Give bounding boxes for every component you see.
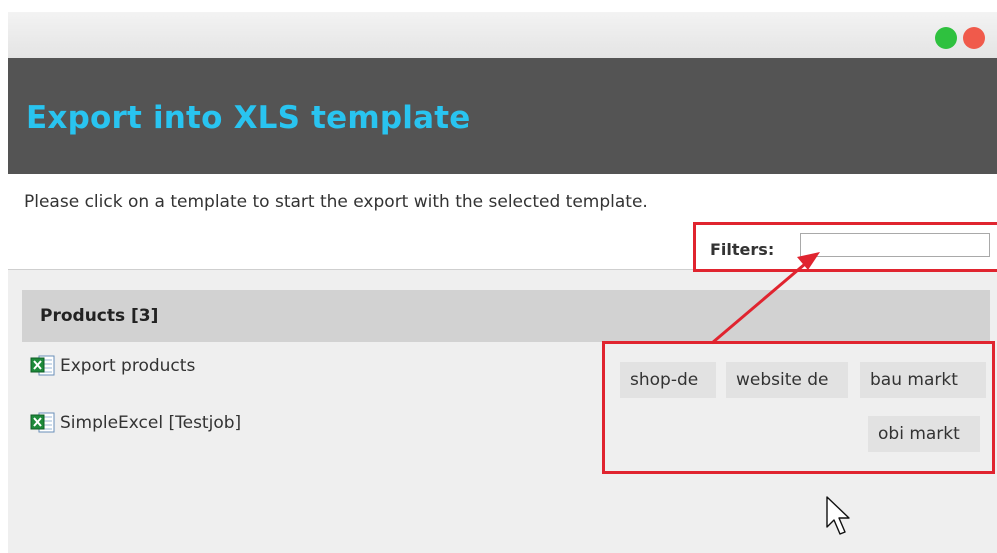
annotation-overlay	[711, 252, 850, 535]
mouse-pointer-icon	[826, 496, 850, 535]
annotation-arrow-line	[711, 262, 806, 345]
